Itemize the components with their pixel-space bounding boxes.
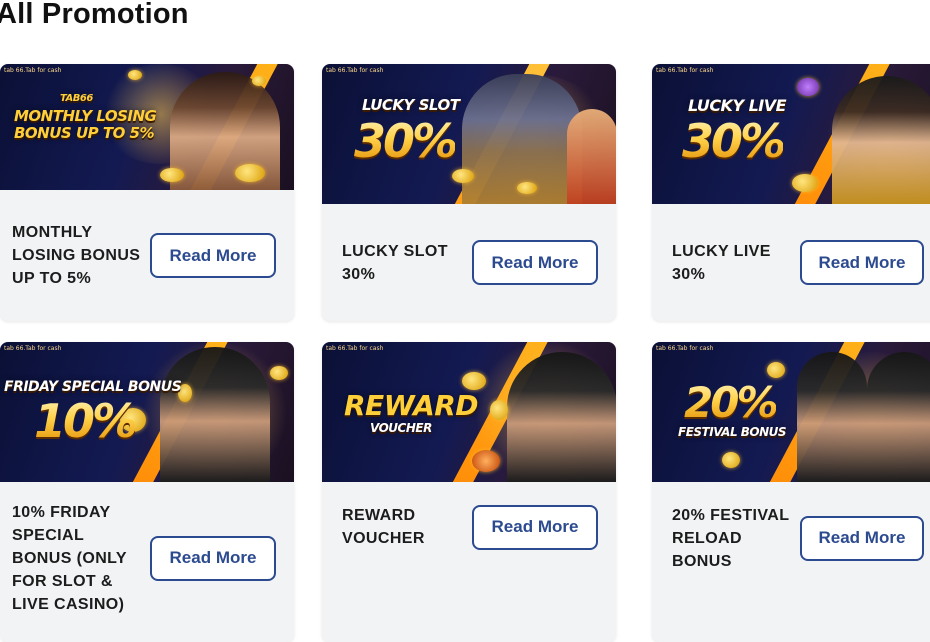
banner-tag: tab 66.Tab for cash (326, 67, 384, 74)
banner-percent: 10% (34, 394, 138, 448)
promo-title: 20% FESTIVAL RELOAD BONUS (672, 506, 790, 570)
read-more-button[interactable]: Read More (150, 233, 276, 278)
promo-title: REWARD VOUCHER (342, 507, 425, 547)
promo-title: LUCKY SLOT 30% (342, 242, 448, 283)
banner-headline: FRIDAY SPECIAL BONUS (4, 379, 182, 395)
banner-headline: MONTHLY LOSING BONUS UP TO 5% (14, 107, 157, 142)
banner-headline: FESTIVAL BONUS (678, 425, 787, 439)
promo-banner[interactable]: tab 66.Tab for cash LUCKY SLOT 30% (322, 64, 616, 204)
promo-card-lucky-live: tab 66.Tab for cash LUCKY LIVE 30% LUCKY… (652, 64, 930, 321)
banner-headline: LUCKY LIVE (688, 96, 787, 115)
read-more-button[interactable]: Read More (472, 240, 598, 285)
promo-card-festival-reload: tab 66.Tab for cash 20% FESTIVAL BONUS 2… (652, 342, 930, 642)
banner-brand: TAB66 (60, 93, 93, 104)
read-more-button[interactable]: Read More (799, 515, 924, 561)
promo-title: 10% FRIDAY SPECIAL BONUS (ONLY FOR SLOT … (12, 503, 127, 613)
promo-banner[interactable]: tab 66.Tab for cash FRIDAY SPECIAL BONUS… (0, 342, 294, 482)
banner-percent: 30% (354, 114, 458, 168)
banner-tag: tab 66.Tab for cash (656, 67, 714, 74)
promo-title: LUCKY LIVE 30% (672, 242, 771, 283)
banner-headline: LUCKY SLOT (362, 96, 460, 114)
promo-banner[interactable]: tab 66.Tab for cash REWARD VOUCHER (322, 342, 616, 482)
banner-tag: tab 66.Tab for cash (656, 345, 714, 352)
promo-card-reward-voucher: tab 66.Tab for cash REWARD VOUCHER REWAR… (322, 342, 616, 642)
banner-tag: tab 66.Tab for cash (4, 67, 62, 74)
promo-card-monthly-losing: tab 66.Tab for cash TAB66 MONTHLY LOSING… (0, 64, 294, 321)
read-more-button[interactable]: Read More (472, 504, 598, 550)
promo-banner[interactable]: tab 66.Tab for cash LUCKY LIVE 30% (652, 64, 930, 204)
promo-card-lucky-slot: tab 66.Tab for cash LUCKY SLOT 30% LUCKY… (322, 64, 616, 321)
banner-tag: tab 66.Tab for cash (326, 345, 384, 352)
banner-headline: REWARD (344, 389, 479, 422)
banner-subheadline: VOUCHER (370, 421, 432, 435)
promo-title: MONTHLY LOSING BONUS UP TO 5% (12, 224, 141, 287)
read-more-button[interactable]: Read More (150, 535, 276, 581)
banner-percent: 20% (684, 378, 779, 427)
read-more-button[interactable]: Read More (799, 240, 924, 285)
banner-tag: tab 66.Tab for cash (4, 345, 62, 352)
banner-percent: 30% (682, 114, 786, 168)
promo-banner[interactable]: tab 66.Tab for cash 20% FESTIVAL BONUS (652, 342, 930, 482)
page-title: All Promotion (0, 0, 189, 30)
promo-banner[interactable]: tab 66.Tab for cash TAB66 MONTHLY LOSING… (0, 64, 294, 190)
promo-card-friday-special: tab 66.Tab for cash FRIDAY SPECIAL BONUS… (0, 342, 294, 642)
